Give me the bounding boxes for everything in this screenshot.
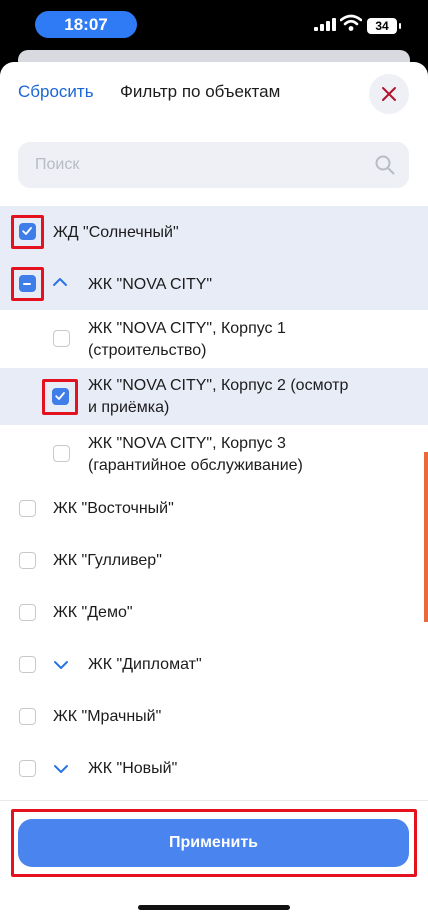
scroll-indicator bbox=[424, 452, 428, 622]
sheet-header: Сбросить Фильтр по объектам bbox=[0, 62, 428, 126]
list-item-novy[interactable]: ЖК "Новый" bbox=[0, 743, 428, 795]
checkbox-unchecked[interactable] bbox=[19, 708, 36, 725]
list-item-label: ЖК "Восточный" bbox=[53, 500, 174, 517]
checkmark-icon bbox=[22, 227, 32, 235]
list-item-label: ЖД "Солнечный" bbox=[53, 224, 179, 241]
checkbox-unchecked[interactable] bbox=[19, 604, 36, 621]
list-item-nova-city[interactable]: ЖК "NOVA CITY" bbox=[0, 258, 428, 310]
wifi-icon bbox=[340, 14, 362, 31]
search-input[interactable] bbox=[18, 142, 409, 188]
list-item-label-line-1: ЖК "NOVA CITY", Корпус 2 (осмотр bbox=[88, 377, 349, 394]
sheet-footer: Применить bbox=[0, 800, 428, 920]
checkbox-checked[interactable] bbox=[52, 388, 69, 405]
list-item-vostochny[interactable]: ЖК "Восточный" bbox=[0, 483, 428, 535]
list-item-nova-city-building-3[interactable]: ЖК "NOVA CITY", Корпус 3 (гарантийное об… bbox=[0, 425, 428, 483]
list-item-label-line-1: ЖК "NOVA CITY", Корпус 3 bbox=[88, 435, 286, 452]
sheet-title: Фильтр по объектам bbox=[120, 82, 281, 101]
apply-button[interactable]: Применить bbox=[18, 819, 409, 867]
filter-sheet: Сбросить Фильтр по объектам ЖД "Солнечны… bbox=[0, 62, 428, 920]
list-item-nova-city-building-2[interactable]: ЖК "NOVA CITY", Корпус 2 (осмотр и приём… bbox=[0, 368, 428, 425]
list-item-label-line-1: ЖК "NOVA CITY", Корпус 1 bbox=[88, 320, 286, 337]
checkbox-unchecked[interactable] bbox=[53, 445, 70, 462]
search-icon bbox=[375, 155, 395, 175]
reset-button[interactable]: Сбросить bbox=[18, 82, 94, 102]
list-item-solnechny[interactable]: ЖД "Солнечный" bbox=[0, 206, 428, 258]
list-item-label: ЖК "Гулливер" bbox=[53, 552, 162, 569]
chevron-up-icon[interactable] bbox=[52, 277, 68, 287]
list-item-demo[interactable]: ЖК "Демо" bbox=[0, 587, 428, 639]
checkmark-icon bbox=[55, 392, 65, 400]
search-field[interactable] bbox=[18, 142, 409, 188]
list-item-gulliver[interactable]: ЖК "Гулливер" bbox=[0, 535, 428, 587]
checkbox-checked[interactable] bbox=[19, 223, 36, 240]
status-bar: 18:07 34 bbox=[0, 0, 428, 50]
checkbox-unchecked[interactable] bbox=[19, 500, 36, 517]
list-item-label-line-2: и приёмка) bbox=[88, 399, 170, 416]
checkbox-unchecked[interactable] bbox=[53, 330, 70, 347]
list-item-label: ЖК "Мрачный" bbox=[53, 708, 162, 725]
chevron-down-icon[interactable] bbox=[53, 660, 69, 670]
list-item-label-line-2: (гарантийное обслуживание) bbox=[88, 457, 303, 474]
list-item-nova-city-building-1[interactable]: ЖК "NOVA CITY", Корпус 1 (строительство) bbox=[0, 310, 428, 368]
checkbox-partial[interactable] bbox=[19, 275, 36, 292]
list-item-label-line-2: (строительство) bbox=[88, 342, 207, 359]
list-item-label: ЖК "Дипломат" bbox=[88, 656, 202, 673]
list-item-label: ЖК "Новый" bbox=[88, 760, 178, 777]
list-item-mrachny[interactable]: ЖК "Мрачный" bbox=[0, 691, 428, 743]
cellular-signal-icon bbox=[314, 18, 336, 31]
list-item-label: ЖК "NOVA CITY" bbox=[88, 276, 213, 293]
close-icon bbox=[382, 87, 396, 101]
home-indicator[interactable] bbox=[138, 905, 290, 910]
battery-icon: 34 bbox=[367, 18, 401, 34]
close-button[interactable] bbox=[369, 74, 409, 114]
chevron-down-icon[interactable] bbox=[53, 764, 69, 774]
list-item-diplomat[interactable]: ЖК "Дипломат" bbox=[0, 639, 428, 691]
status-time: 18:07 bbox=[35, 11, 137, 38]
list-item-label: ЖК "Демо" bbox=[53, 604, 133, 621]
dash-icon bbox=[23, 282, 31, 285]
checkbox-unchecked[interactable] bbox=[19, 760, 36, 777]
checkbox-unchecked[interactable] bbox=[19, 656, 36, 673]
checkbox-unchecked[interactable] bbox=[19, 552, 36, 569]
